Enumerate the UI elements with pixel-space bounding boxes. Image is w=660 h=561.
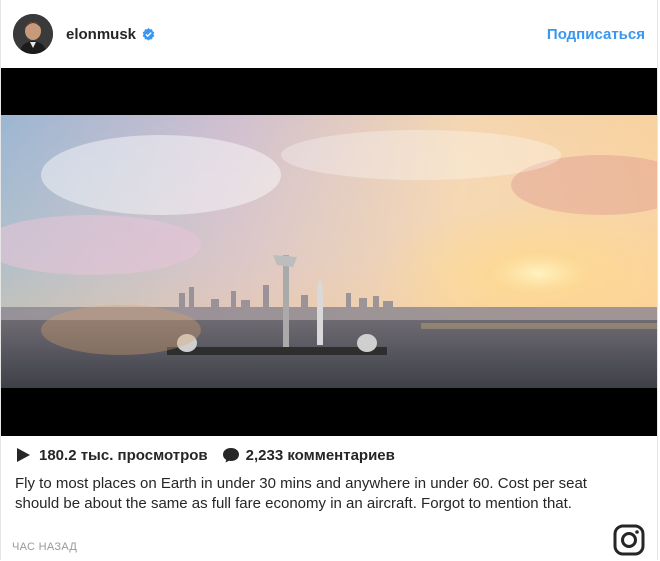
follow-button[interactable]: Подписаться	[547, 26, 645, 43]
post-stats: 180.2 тыс. просмотров 2,233 комментариев	[1, 436, 657, 474]
profile-avatar[interactable]	[13, 14, 53, 54]
post-timestamp[interactable]: ЧАС НАЗАД	[12, 541, 77, 553]
video-frame	[1, 115, 657, 388]
comments-stat[interactable]: 2,233 комментариев	[222, 447, 395, 464]
play-icon	[15, 447, 31, 463]
verified-badge-icon	[142, 27, 155, 41]
views-count: 180.2 тыс. просмотров	[39, 446, 208, 464]
post-header: elonmusk Подписаться	[1, 0, 657, 68]
video-player[interactable]	[1, 68, 657, 436]
views-stat: 180.2 тыс. просмотров	[15, 447, 208, 464]
post-caption: Fly to most places on Earth in under 30 …	[15, 475, 587, 512]
username[interactable]: elonmusk	[66, 26, 136, 43]
instagram-post-card: elonmusk Подписаться 180.2 тыс. просмотр…	[0, 0, 658, 560]
instagram-logo-icon[interactable]	[613, 524, 645, 556]
comments-count: 2,233 комментариев	[245, 446, 395, 464]
comment-bubble-icon	[222, 447, 239, 463]
